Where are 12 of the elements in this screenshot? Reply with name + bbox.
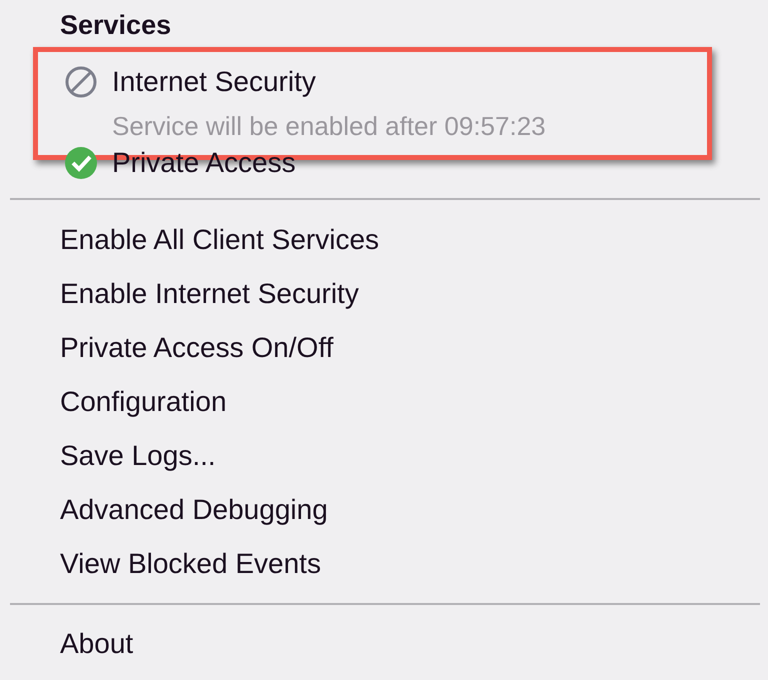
menu-item[interactable]: About — [60, 617, 134, 671]
service-name[interactable]: Private Access — [112, 147, 296, 179]
menu-item[interactable]: View Blocked Events — [60, 537, 321, 591]
menu-item[interactable]: Configuration — [60, 375, 227, 429]
menu-item[interactable]: Private Access On/Off — [60, 321, 334, 375]
menu-item[interactable]: Enable All Client Services — [60, 213, 380, 267]
service-name[interactable]: Internet Security — [112, 66, 316, 98]
menu-item[interactable]: Save Logs... — [60, 429, 216, 483]
service-status-note: Service will be enabled after 09:57:23 — [112, 110, 546, 143]
menu-item[interactable]: Enable Internet Security — [60, 267, 359, 321]
menu-item[interactable]: Advanced Debugging — [60, 483, 328, 537]
menu-heading: Services — [60, 9, 172, 42]
